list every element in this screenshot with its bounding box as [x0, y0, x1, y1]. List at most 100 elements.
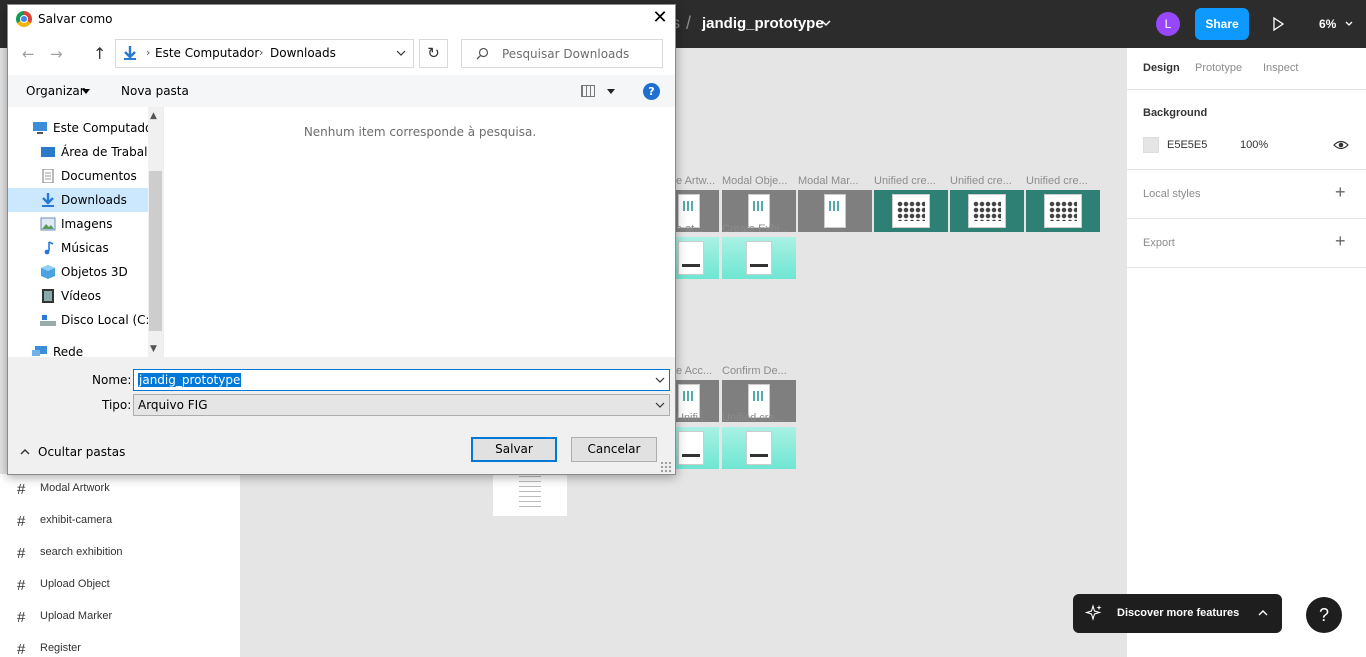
divider	[1127, 169, 1366, 170]
frame-label[interactable]: Unifi...	[676, 412, 716, 424]
filename-input[interactable]: jandig_prototype	[133, 369, 670, 391]
resize-grip[interactable]	[660, 461, 672, 473]
frame-thumbnail[interactable]	[722, 427, 796, 469]
nav-item-label: Objetos 3D	[61, 265, 128, 279]
chevron-down-icon[interactable]	[654, 374, 666, 386]
divider	[1127, 89, 1366, 90]
frame-label[interactable]: Unified cre...	[950, 175, 1022, 187]
help-icon[interactable]: ?	[643, 83, 660, 100]
new-folder-button[interactable]: Nova pasta	[121, 84, 189, 98]
share-button[interactable]: Share	[1195, 8, 1249, 40]
eye-icon[interactable]	[1333, 138, 1349, 152]
chevron-down-icon[interactable]	[820, 16, 832, 30]
nav-item-disco-local[interactable]: Disco Local (C:)	[8, 308, 154, 332]
up-arrow-icon[interactable]: ↑	[93, 44, 106, 63]
cancel-button[interactable]: Cancelar	[571, 437, 657, 462]
frame-thumbnail[interactable]	[676, 237, 719, 279]
layer-item[interactable]: # Modal Artwork	[0, 474, 240, 506]
frame-thumbnail[interactable]	[874, 190, 948, 232]
organize-button[interactable]: Organizar	[26, 84, 85, 98]
filetype-select[interactable]: Arquivo FIG	[133, 394, 670, 416]
frame-thumbnail[interactable]	[676, 427, 719, 469]
layer-item[interactable]: # Register	[0, 634, 240, 657]
add-export-icon[interactable]: +	[1335, 231, 1346, 252]
frame-icon: #	[17, 513, 26, 530]
nav-item-imagens[interactable]: Imagens	[8, 212, 148, 236]
frame-label[interactable]: Unified cre...	[722, 412, 794, 424]
tab-inspect[interactable]: Inspect	[1263, 62, 1298, 74]
frame-label[interactable]: Confirm De...	[722, 365, 794, 377]
frame-thumbnail[interactable]	[798, 190, 872, 232]
zoom-level[interactable]: 6%	[1319, 17, 1336, 31]
breadcrumb-separator: ›	[146, 46, 151, 59]
background-opacity[interactable]: 100%	[1240, 139, 1268, 151]
chrome-icon	[16, 11, 32, 27]
discover-features-toast[interactable]: Discover more features	[1073, 594, 1282, 633]
chevron-down-icon[interactable]	[1344, 19, 1354, 29]
nav-item-label: Disco Local (C:)	[61, 313, 155, 327]
frame-thumbnail[interactable]	[722, 237, 796, 279]
nav-item-downloads[interactable]: Downloads	[8, 188, 148, 212]
nav-item-label: Documentos	[61, 169, 137, 183]
frame-label[interactable]: e Acc...	[676, 365, 716, 377]
avatar[interactable]: L	[1156, 12, 1180, 36]
close-icon[interactable]: ✕	[650, 8, 670, 28]
layer-item[interactable]: # Upload Object	[0, 570, 240, 602]
refresh-button[interactable]: ↻	[419, 39, 448, 68]
frame-label[interactable]: Unified cre...	[1026, 175, 1098, 187]
save-button[interactable]: Salvar	[471, 437, 557, 462]
background-hex[interactable]: E5E5E5	[1167, 139, 1207, 151]
name-label: Nome:	[92, 373, 132, 387]
breadcrumb-segment[interactable]: Downloads	[270, 46, 336, 60]
nav-item-rede[interactable]: Rede	[8, 340, 148, 364]
chevron-down-icon[interactable]	[395, 47, 407, 59]
frame-label[interactable]: e at...	[676, 223, 716, 235]
forward-arrow-icon[interactable]: →	[50, 45, 63, 63]
breadcrumb-segment[interactable]: Este Computador	[155, 46, 259, 60]
chevron-up-icon[interactable]	[1257, 608, 1269, 618]
frame-thumbnail[interactable]	[493, 472, 567, 516]
present-play-icon[interactable]	[1268, 14, 1288, 34]
background-swatch[interactable]	[1143, 137, 1159, 153]
file-title[interactable]: jandig_prototype	[702, 15, 824, 32]
scroll-up-arrow-icon[interactable]: ▲	[150, 111, 157, 121]
view-options-icon[interactable]	[581, 85, 595, 97]
export-title: Export	[1143, 237, 1175, 249]
back-arrow-icon[interactable]: ←	[22, 45, 35, 63]
nav-item-area-de-trabalho[interactable]: Área de Trabalho	[8, 140, 162, 164]
tab-design[interactable]: Design	[1143, 62, 1180, 74]
frame-label[interactable]: Unified cre...	[874, 175, 946, 187]
help-button[interactable]: ?	[1306, 597, 1342, 633]
frame-label[interactable]: Modal Mar...	[798, 175, 870, 187]
dialog-titlebar[interactable]: Salvar como ✕	[8, 5, 675, 33]
frame-icon: #	[17, 481, 26, 498]
nav-item-este-computador[interactable]: Este Computador	[8, 116, 157, 140]
frame-thumbnail[interactable]	[950, 190, 1024, 232]
caret-down-icon[interactable]	[82, 89, 90, 94]
frame-label[interactable]: e Artw...	[676, 175, 716, 187]
layer-item[interactable]: # Upload Marker	[0, 602, 240, 634]
frame-thumbnail[interactable]	[1026, 190, 1100, 232]
nav-item-objetos-3d[interactable]: Objetos 3D	[8, 260, 148, 284]
search-input[interactable]: Pesquisar Downloads	[461, 39, 663, 68]
nav-scrollbar[interactable]: ▲ ▼	[148, 107, 163, 357]
divider	[1127, 218, 1366, 219]
nav-item-videos[interactable]: Vídeos	[8, 284, 148, 308]
frame-label[interactable]: Create Exhi...	[722, 223, 794, 235]
nav-item-documentos[interactable]: Documentos	[8, 164, 148, 188]
caret-down-icon[interactable]	[607, 89, 615, 94]
address-bar[interactable]: › Este Computador › Downloads	[115, 39, 414, 68]
pictures-icon	[40, 217, 56, 231]
layer-item[interactable]: # exhibit-camera	[0, 506, 240, 538]
chevron-down-icon[interactable]	[654, 399, 666, 411]
nav-item-musicas[interactable]: Músicas	[8, 236, 148, 260]
scrollbar-thumb[interactable]	[149, 171, 162, 331]
layer-item[interactable]: # search exhibition	[0, 538, 240, 570]
add-style-icon[interactable]: +	[1335, 182, 1346, 203]
file-list-pane[interactable]: Nenhum item corresponde à pesquisa.	[163, 107, 675, 357]
properties-panel: Design Prototype Inspect Background E5E5…	[1126, 48, 1366, 657]
frame-label[interactable]: Modal Obje...	[722, 175, 794, 187]
hide-folders-toggle[interactable]: Ocultar pastas	[20, 445, 125, 459]
tab-prototype[interactable]: Prototype	[1195, 62, 1242, 74]
scroll-down-arrow-icon[interactable]: ▼	[150, 344, 157, 354]
